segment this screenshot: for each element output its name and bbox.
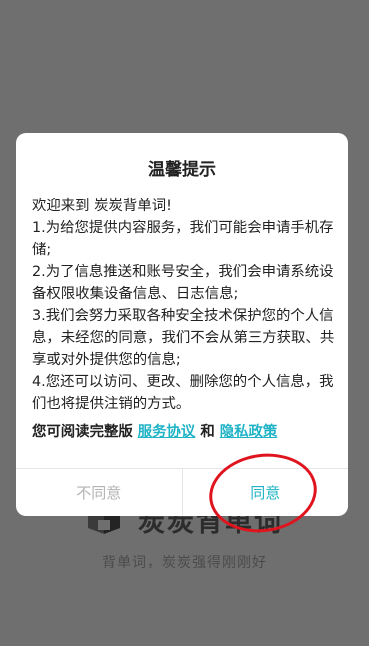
app-tagline: 背单词，炭炭强得刚刚好 [102,555,267,571]
policy-and: 和 [195,424,220,440]
dialog-paragraph: 1.为给您提供内容服务，我们可能会申请手机存储; [32,220,334,258]
dialog-button-row: 不同意 同意 [16,468,348,516]
dialog-paragraph: 欢迎来到 炭炭背单词! [32,198,172,214]
policy-line: 您可阅读完整版 服务协议 和 隐私政策 [32,420,338,441]
dialog-title: 温馨提示 [148,160,216,180]
service-agreement-link[interactable]: 服务协议 [138,424,196,440]
dialog-paragraph: 2.为了信息推送和账号安全，我们会申请系统设备权限收集设备信息、日志信息; [32,264,334,302]
policy-prefix: 您可阅读完整版 [32,424,138,440]
privacy-policy-link[interactable]: 隐私政策 [220,424,278,440]
screen: 炭炭背单词 背单词，炭炭强得刚刚好 温馨提示 欢迎来到 炭炭背单词! 1.为给您… [0,0,369,646]
privacy-dialog: 温馨提示 欢迎来到 炭炭背单词! 1.为给您提供内容服务，我们可能会申请手机存储… [16,133,348,516]
dialog-body: 欢迎来到 炭炭背单词! 1.为给您提供内容服务，我们可能会申请手机存储; 2.为… [32,195,338,415]
dialog-paragraph: 4.您还可以访问、更改、删除您的个人信息，我们也将提供注销的方式。 [32,374,334,412]
agree-button[interactable]: 同意 [183,469,349,516]
dialog-paragraph: 3.我们会努力采取各种安全技术保护您的个人信息，未经您的同意，我们不会从第三方获… [32,308,335,368]
disagree-button[interactable]: 不同意 [16,469,183,516]
